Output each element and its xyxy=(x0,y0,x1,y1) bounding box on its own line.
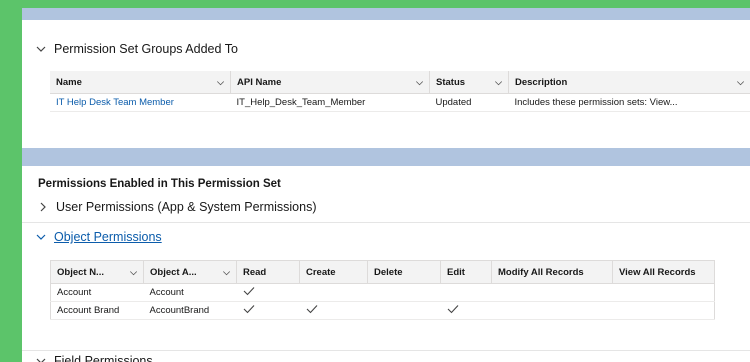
column-header-create: Create xyxy=(299,260,368,284)
permissions-enabled-card: Permissions Enabled in This Permission S… xyxy=(22,166,750,362)
object-api-cell: Account xyxy=(143,283,237,302)
field-permissions-header[interactable]: Field Permissions xyxy=(36,354,153,362)
chevron-down-icon[interactable]: ⌵ xyxy=(217,77,224,88)
create-cell xyxy=(299,301,368,320)
column-header-api-name[interactable]: API Name ⌵ xyxy=(230,71,430,94)
column-header-object-name[interactable]: Object N... ⌵ xyxy=(50,260,144,284)
chevron-down-icon[interactable]: ⌵ xyxy=(495,77,502,88)
group-status: Updated xyxy=(429,93,509,112)
column-header-read: Read xyxy=(236,260,300,284)
checkmark-icon xyxy=(243,304,255,314)
field-permissions-label: Field Permissions xyxy=(54,354,153,362)
column-header-description[interactable]: Description ⌵ xyxy=(508,71,750,94)
modify-all-cell xyxy=(491,301,613,320)
permission-set-page: Permission Set Groups Added To Name ⌵ API… xyxy=(22,8,750,362)
divider xyxy=(22,222,750,223)
create-cell xyxy=(299,283,368,302)
group-name-link[interactable]: IT Help Desk Team Member xyxy=(56,97,174,108)
column-header-delete: Delete xyxy=(367,260,441,284)
chevron-down-icon[interactable]: ⌵ xyxy=(416,77,423,88)
column-header-view-all: View All Records xyxy=(612,260,715,284)
view-all-cell xyxy=(612,301,715,320)
chevron-down-icon[interactable]: ⌵ xyxy=(737,77,744,88)
permissions-enabled-title: Permissions Enabled in This Permission S… xyxy=(38,178,281,190)
permission-set-groups-header[interactable]: Permission Set Groups Added To xyxy=(36,42,238,56)
modify-all-cell xyxy=(491,283,613,302)
column-header-object-api[interactable]: Object A... ⌵ xyxy=(143,260,237,284)
permission-set-groups-card: Permission Set Groups Added To Name ⌵ API… xyxy=(22,20,750,148)
edit-cell xyxy=(440,283,492,302)
group-api-name: IT_Help_Desk_Team_Member xyxy=(230,93,430,112)
group-description: Includes these permission sets: View... xyxy=(508,93,750,112)
read-cell xyxy=(236,283,300,302)
table-row: Account Brand AccountBrand xyxy=(50,301,715,320)
object-permissions-table: Object N... ⌵ Object A... ⌵ Read Create De… xyxy=(50,260,715,320)
column-header-name[interactable]: Name ⌵ xyxy=(50,71,231,94)
checkmark-icon xyxy=(447,304,459,314)
object-permissions-link[interactable]: Object Permissions xyxy=(54,230,162,244)
chevron-down-icon[interactable] xyxy=(36,356,46,362)
table-row: IT Help Desk Team Member IT_Help_Desk_Te… xyxy=(50,93,750,112)
checkmark-icon xyxy=(306,304,318,314)
permission-set-groups-title: Permission Set Groups Added To xyxy=(54,42,238,56)
chevron-down-icon[interactable]: ⌵ xyxy=(130,267,137,278)
object-name-cell: Account xyxy=(50,283,144,302)
column-header-modify-all: Modify All Records xyxy=(491,260,613,284)
divider xyxy=(22,350,750,351)
object-api-cell: AccountBrand xyxy=(143,301,237,320)
column-header-status[interactable]: Status ⌵ xyxy=(429,71,509,94)
read-cell xyxy=(236,301,300,320)
edit-cell xyxy=(440,301,492,320)
delete-cell xyxy=(367,301,441,320)
object-permissions-header[interactable]: Object Permissions xyxy=(36,230,162,244)
delete-cell xyxy=(367,283,441,302)
checkmark-icon xyxy=(243,286,255,296)
chevron-down-icon[interactable] xyxy=(36,232,46,242)
user-permissions-label: User Permissions (App & System Permissio… xyxy=(56,200,317,214)
view-all-cell xyxy=(612,283,715,302)
chevron-down-icon[interactable] xyxy=(36,44,46,54)
chevron-right-icon[interactable] xyxy=(38,202,48,212)
user-permissions-header[interactable]: User Permissions (App & System Permissio… xyxy=(38,200,316,214)
object-name-cell: Account Brand xyxy=(50,301,144,320)
table-row: Account Account xyxy=(50,283,715,302)
column-header-edit: Edit xyxy=(440,260,492,284)
chevron-down-icon[interactable]: ⌵ xyxy=(223,267,230,278)
permission-set-groups-table: Name ⌵ API Name ⌵ Status ⌵ Description ⌵ IT … xyxy=(50,71,750,112)
